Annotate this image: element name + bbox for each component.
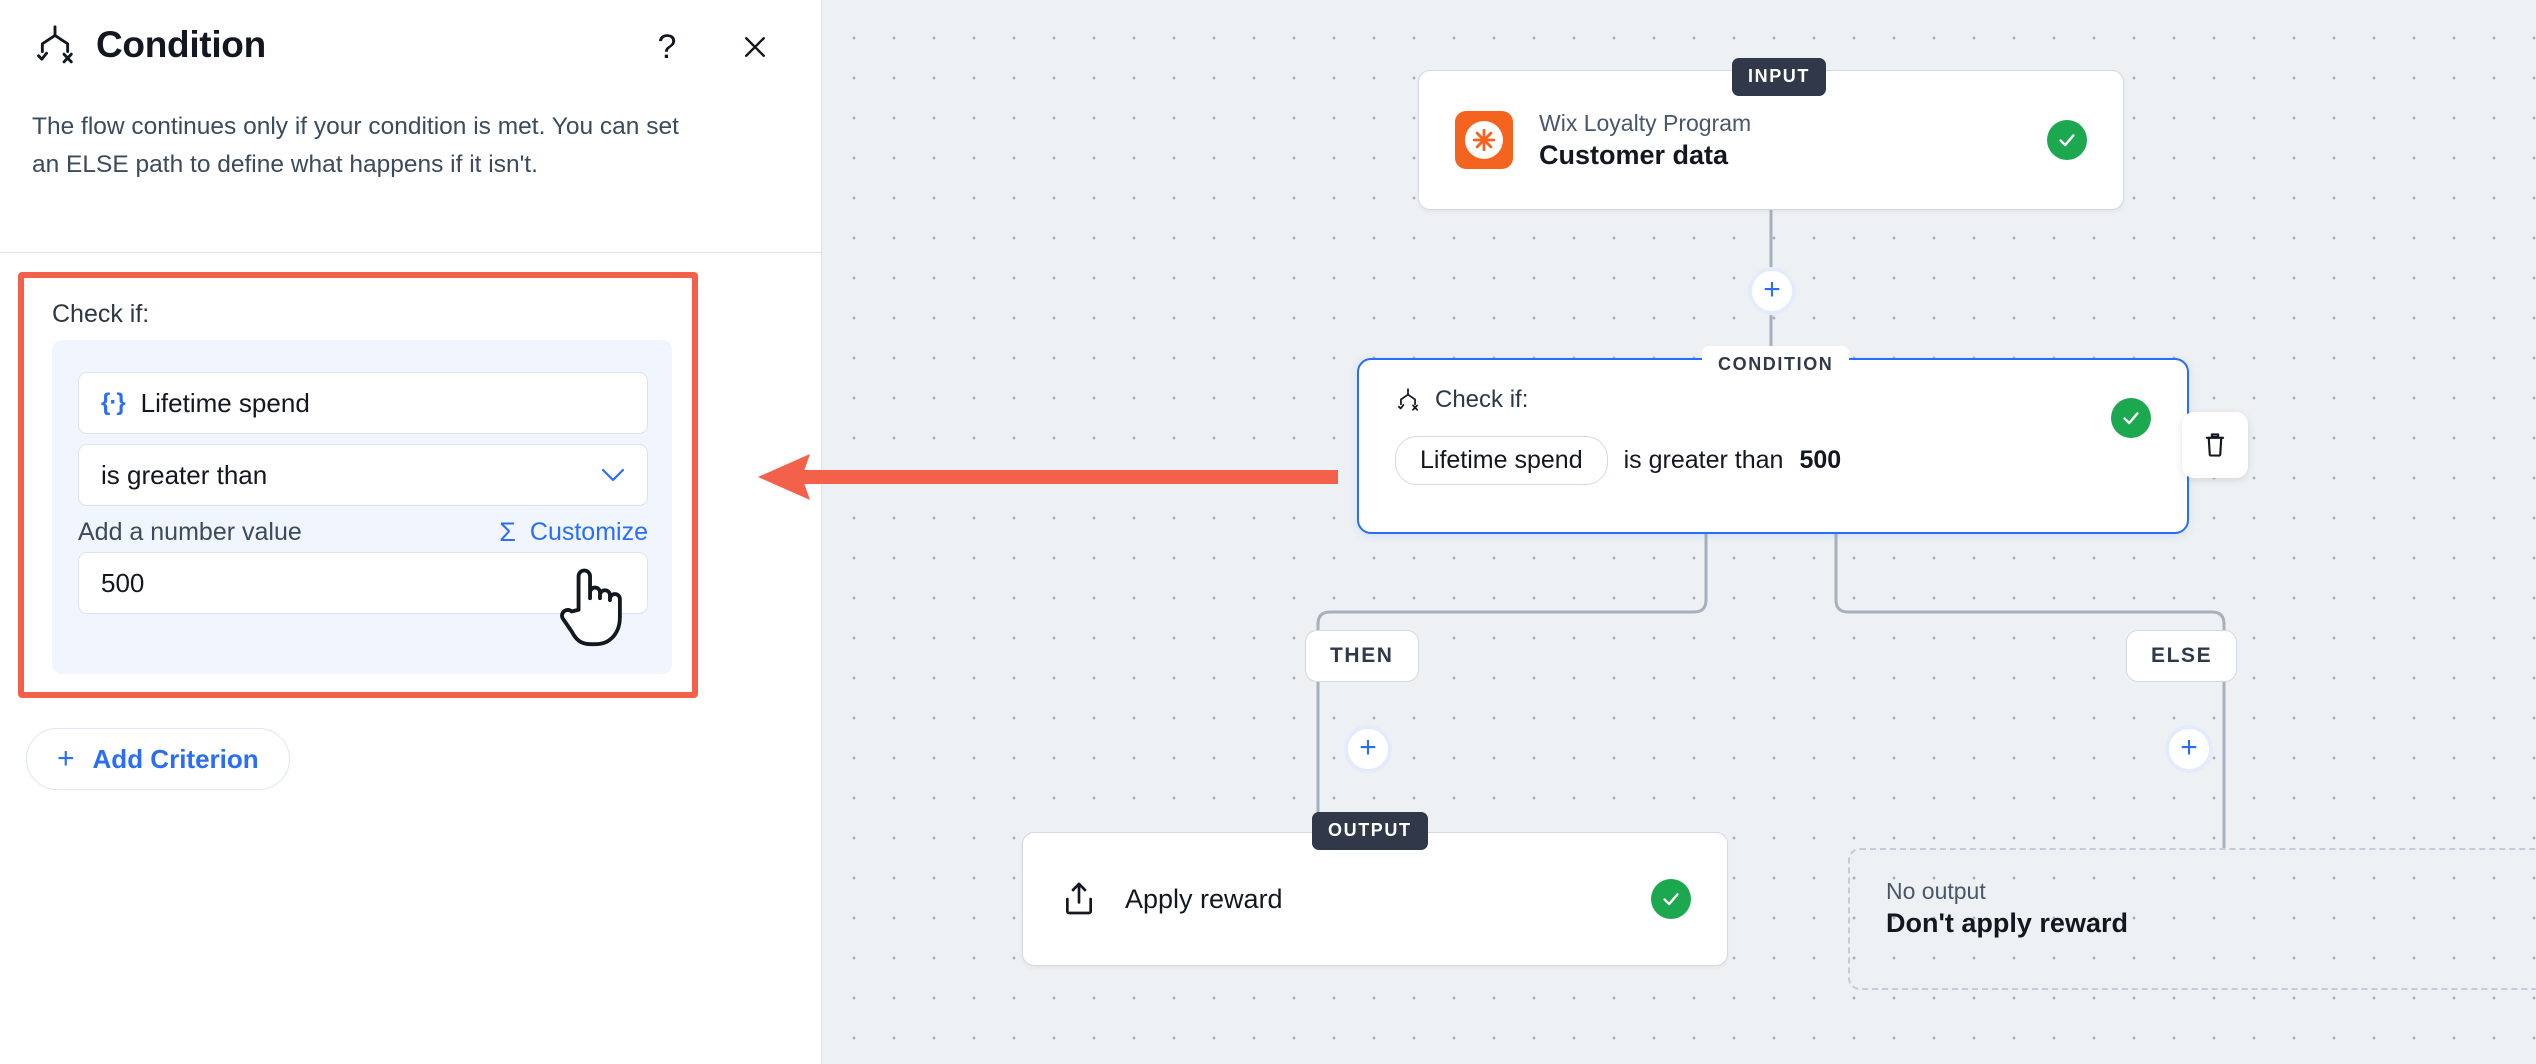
plus-icon: +	[1359, 730, 1377, 764]
close-button[interactable]	[736, 28, 774, 66]
condition-variable-token: Lifetime spend	[1395, 436, 1608, 485]
number-value-input[interactable]: 500	[78, 552, 648, 614]
help-button[interactable]: ?	[648, 28, 686, 66]
output-node[interactable]: Apply reward	[1022, 832, 1728, 966]
check-if-label: Check if:	[52, 300, 150, 328]
output-node-title: Apply reward	[1125, 883, 1283, 914]
condition-node[interactable]: Check if: Lifetime spend is greater than…	[1357, 358, 2189, 534]
add-criterion-button[interactable]: + Add Criterion	[26, 728, 290, 790]
check-circle-icon	[1651, 879, 1691, 919]
condition-value-number: 500	[1799, 446, 1842, 474]
add-step-button-then[interactable]: +	[1344, 725, 1392, 773]
customize-button[interactable]: Σ Customize	[499, 518, 648, 547]
sigma-formula-icon: Σ	[499, 517, 516, 547]
app-root: INPUT CONDITION OUTPUT THEN ELSE Wix Loy…	[0, 0, 2536, 1064]
no-output-subtitle: No output	[1886, 878, 1986, 904]
wix-star-logo-icon	[1455, 111, 1513, 169]
plus-icon: +	[2180, 730, 2198, 764]
condition-node-head: Check if:	[1395, 386, 2151, 414]
no-output-body: No output Don't apply reward	[1850, 850, 2536, 966]
value-row: Add a number value Σ Customize	[78, 518, 648, 547]
check-circle-icon	[2111, 398, 2151, 438]
add-step-button-else[interactable]: +	[2165, 725, 2213, 773]
chevron-down-icon	[601, 468, 625, 482]
panel-description: The flow continues only if your conditio…	[32, 113, 679, 178]
condition-operator-text: is greater than	[1623, 446, 1784, 474]
customize-label: Customize	[529, 518, 648, 546]
value-field-label: Add a number value	[78, 518, 302, 546]
number-value: 500	[101, 567, 145, 598]
input-badge: INPUT	[1732, 58, 1826, 96]
question-mark-icon: ?	[657, 28, 677, 66]
variable-field[interactable]: {·} Lifetime spend	[78, 372, 648, 434]
operator-select[interactable]: is greater than	[78, 444, 648, 506]
output-node-texts: Apply reward	[1125, 884, 1651, 915]
panel-header: Condition ? The flow continues only if y…	[0, 0, 822, 253]
input-node-title: Customer data	[1539, 140, 1729, 170]
add-step-button-top[interactable]: +	[1748, 267, 1796, 315]
operator-value: is greater than	[101, 459, 268, 490]
no-output-title: Don't apply reward	[1886, 908, 2128, 938]
delete-condition-button[interactable]	[2182, 412, 2248, 478]
share-upload-icon	[1066, 882, 1092, 915]
variable-value: Lifetime spend	[140, 387, 310, 418]
output-badge: OUTPUT	[1312, 812, 1428, 850]
else-branch-chip: ELSE	[2126, 630, 2238, 682]
add-criterion-label: Add Criterion	[92, 743, 259, 774]
input-app-name: Wix Loyalty Program	[1539, 110, 1752, 136]
condition-value-text: 500	[1799, 446, 1841, 475]
criterion-card: {·} Lifetime spend is greater than Add a…	[52, 340, 672, 674]
plus-icon: +	[57, 742, 75, 775]
panel-title-row: Condition	[32, 22, 266, 68]
condition-branch-icon	[1398, 388, 1418, 411]
check-circle-icon	[2047, 120, 2087, 160]
plus-icon: +	[1763, 272, 1781, 306]
wix-logo-inner	[1465, 121, 1503, 159]
criterion-highlight-box: Check if: {·} Lifetime spend is greater …	[18, 272, 698, 698]
condition-settings-panel: Condition ? The flow continues only if y…	[0, 0, 822, 1064]
no-output-node[interactable]: No output Don't apply reward	[1848, 848, 2536, 990]
condition-check-if-label: Check if:	[1435, 386, 1529, 413]
then-branch-chip: THEN	[1305, 630, 1419, 682]
condition-branch-icon	[37, 25, 73, 64]
condition-expression: Lifetime spend is greater than 500	[1395, 436, 2151, 485]
output-node-row: Apply reward	[1023, 833, 1727, 965]
input-node-texts: Wix Loyalty Program Customer data	[1539, 108, 2047, 172]
page-title: Condition	[96, 24, 266, 65]
close-x-icon	[745, 37, 765, 57]
curly-braces-variable-icon: {·}	[101, 389, 126, 416]
panel-header-actions: ?	[648, 28, 774, 66]
trash-icon	[2205, 433, 2225, 457]
condition-badge: CONDITION	[1702, 346, 1850, 384]
